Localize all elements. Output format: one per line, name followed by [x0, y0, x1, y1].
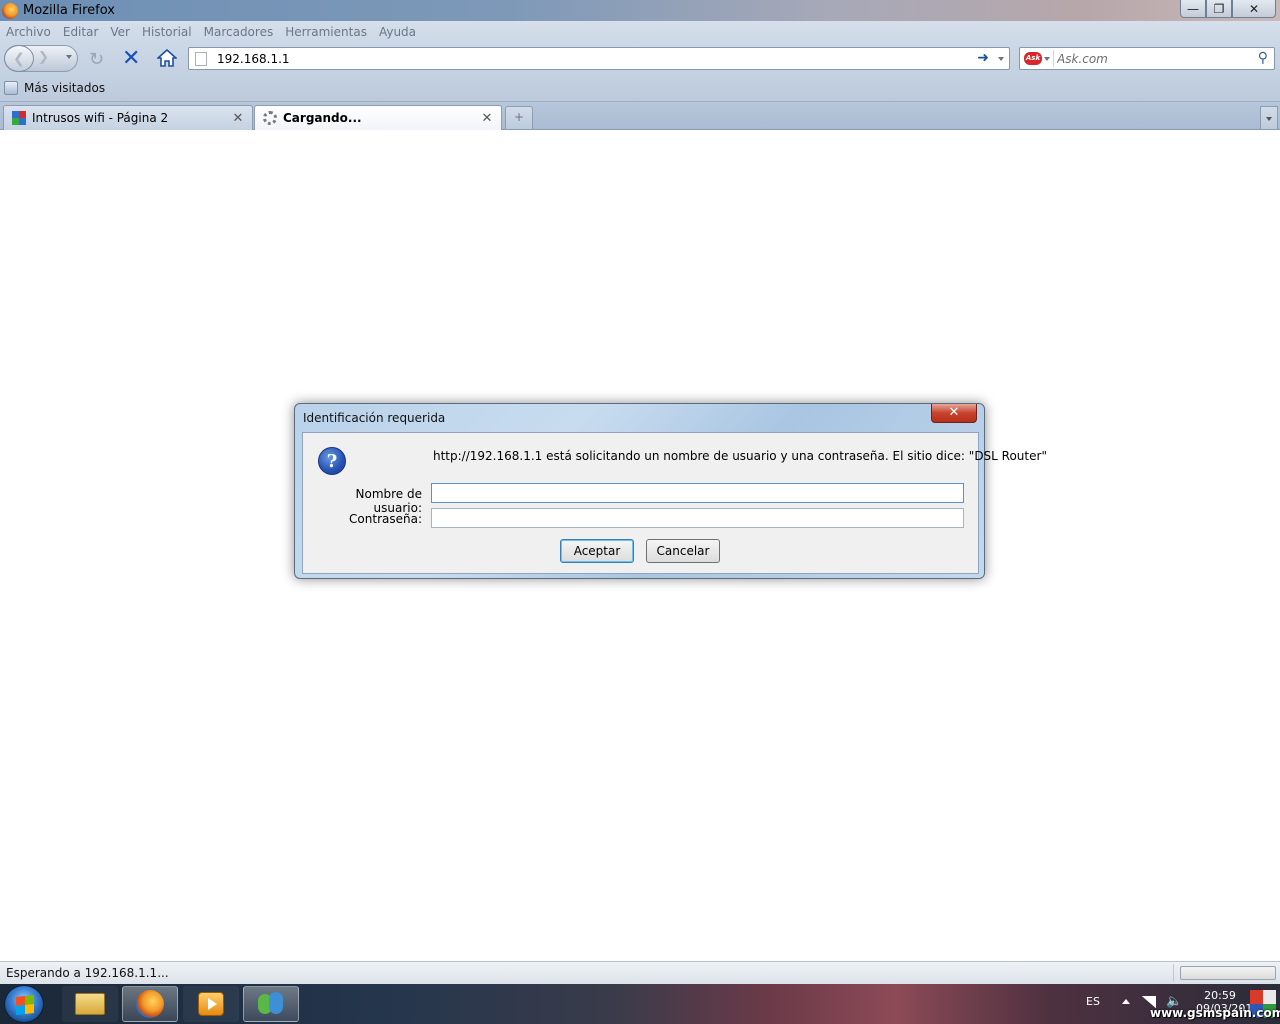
tab-close-icon[interactable]: ✕ [230, 111, 246, 126]
page-icon [195, 52, 207, 66]
username-label: Nombre de usuario: [355, 487, 423, 515]
menu-item-herramientas[interactable]: Herramientas [285, 25, 367, 39]
dialog-close-button[interactable]: ✕ [931, 404, 977, 423]
back-arrow-icon: ❮ [13, 50, 25, 67]
authentication-dialog: Identificación requerida ✕ ? http://192.… [294, 403, 1047, 579]
tab-label: Cargando... [283, 111, 362, 125]
loading-spinner-icon [263, 111, 277, 125]
dialog-body: ? http://192.168.1.1 está solicitando un… [302, 432, 1047, 574]
back-button[interactable]: ❮ [4, 45, 34, 72]
menu-bar: Archivo Editar Ver Historial Marcadores … [0, 21, 1280, 43]
taskbar-messenger-button[interactable] [243, 986, 299, 1022]
list-all-tabs-button[interactable] [1260, 106, 1278, 129]
search-engine-dropdown-icon[interactable] [1044, 57, 1050, 61]
tab-cargando[interactable]: Cargando... ✕ [254, 105, 502, 130]
smart-bookmark-icon [4, 80, 18, 95]
close-icon: ✕ [948, 405, 960, 420]
url-input[interactable] [217, 50, 957, 67]
windows-logo-icon [16, 995, 34, 1015]
menu-item-marcadores[interactable]: Marcadores [204, 25, 274, 39]
history-dropdown-icon[interactable] [66, 55, 72, 59]
menu-item-archivo[interactable]: Archivo [6, 25, 51, 39]
reload-button[interactable]: ↻ [89, 49, 104, 70]
firefox-logo-icon [2, 2, 18, 19]
status-bar: Esperando a 192.168.1.1... [0, 961, 1280, 984]
menu-item-ayuda[interactable]: Ayuda [379, 25, 416, 39]
tab-label: Intrusos wifi - Página 2 [32, 111, 169, 125]
search-bar: Ask ⚲ [1019, 47, 1275, 70]
username-input[interactable] [431, 483, 964, 503]
firefox-icon [136, 990, 164, 1018]
search-separator [1053, 50, 1054, 67]
minimize-button[interactable]: — [1180, 0, 1206, 18]
cancel-button[interactable]: Cancelar [646, 539, 720, 563]
menu-item-historial[interactable]: Historial [142, 25, 192, 39]
new-tab-button[interactable]: + [505, 106, 533, 129]
status-text: Esperando a 192.168.1.1... [6, 966, 169, 980]
show-hidden-icons-icon[interactable] [1121, 999, 1130, 1004]
stop-button[interactable]: ✕ [122, 46, 140, 71]
forward-button[interactable]: ❯ [38, 50, 49, 65]
taskbar-explorer-button[interactable] [62, 986, 118, 1022]
search-input[interactable] [1057, 50, 1252, 67]
url-history-dropdown-icon[interactable] [998, 57, 1004, 61]
ask-logo-icon[interactable]: Ask [1024, 52, 1042, 65]
close-window-button[interactable]: ✕ [1232, 0, 1276, 18]
home-button[interactable] [157, 49, 177, 67]
close-icon: ✕ [1248, 1, 1260, 16]
password-label: Contraseña: [349, 512, 422, 526]
dialog-message: http://192.168.1.1 está solicitando un n… [433, 449, 1047, 463]
progress-bar [1180, 966, 1276, 980]
bookmark-mas-visitados[interactable]: Más visitados [24, 81, 105, 95]
accept-button[interactable]: Aceptar [560, 539, 634, 563]
maximize-button[interactable]: ❐ [1206, 0, 1232, 18]
plus-icon: + [513, 110, 525, 124]
menu-item-editar[interactable]: Editar [63, 25, 99, 39]
bookmarks-toolbar: Más visitados [0, 74, 1280, 102]
tab-close-icon[interactable]: ✕ [479, 111, 495, 126]
taskbar-media-player-button[interactable] [183, 986, 239, 1022]
window-controls: — ❐ ✕ [1180, 0, 1276, 18]
menu-item-ver[interactable]: Ver [110, 25, 130, 39]
maximize-icon: ❐ [1213, 1, 1225, 16]
taskbar-firefox-button[interactable] [122, 986, 178, 1022]
dialog-title: Identificación requerida [303, 411, 446, 425]
tab-intrusos-wifi[interactable]: Intrusos wifi - Página 2 ✕ [3, 105, 253, 130]
windows-taskbar: ES 🔈 20:59 09/03/2010 [0, 984, 1280, 1024]
site-favicon-icon [12, 111, 26, 125]
question-icon: ? [318, 447, 346, 475]
window-title-bar: Mozilla Firefox — ❐ ✕ [0, 0, 1280, 21]
home-icon [157, 49, 177, 67]
media-player-icon [198, 992, 224, 1016]
messenger-icon [256, 991, 286, 1017]
tab-strip: Intrusos wifi - Página 2 ✕ Cargando... ✕… [0, 102, 1280, 130]
start-button[interactable] [4, 985, 44, 1023]
status-divider [1173, 964, 1174, 982]
clock-time: 20:59 [1204, 989, 1236, 1002]
language-indicator[interactable]: ES [1086, 995, 1100, 1008]
watermark-text: www.gsmspain.com [1150, 1006, 1280, 1020]
minimize-icon: — [1187, 1, 1199, 16]
address-bar: ➜ [188, 47, 1010, 70]
search-icon[interactable]: ⚲ [1258, 50, 1268, 66]
navigation-toolbar: ❮ ❯ ↻ ✕ ➜ Ask ⚲ [0, 43, 1280, 74]
folder-icon [75, 993, 105, 1015]
go-arrow-icon[interactable]: ➜ [977, 50, 989, 66]
password-input[interactable] [431, 508, 964, 528]
window-title: Mozilla Firefox [23, 3, 115, 18]
